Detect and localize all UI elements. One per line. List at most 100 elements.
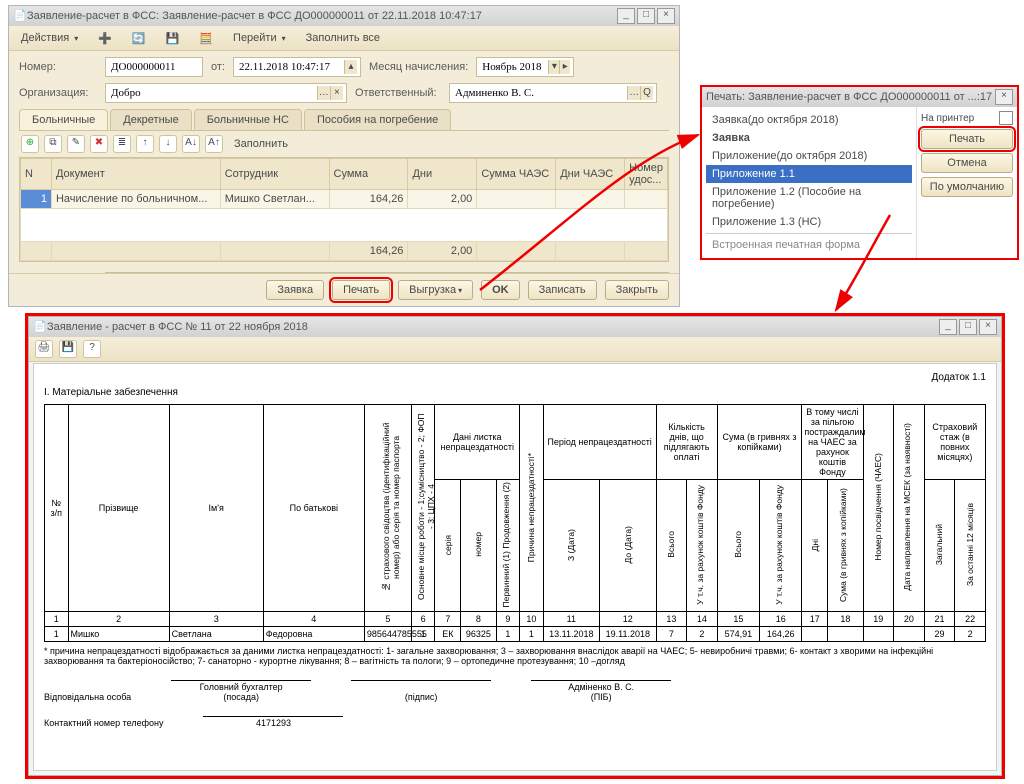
col-sum[interactable]: Сумма [329,159,408,190]
report-print-icon[interactable]: 🖨 [35,340,53,358]
print-forms-list: Заявка(до октября 2018) Заявка Приложени… [702,107,916,258]
popup-title: Печать: Заявление-расчет в ФСС ДО0000000… [706,91,992,103]
label-resp: Ответственный: [355,87,441,99]
row-down-icon[interactable]: ↓ [159,135,177,153]
main-window: 📄 Заявление-расчет в ФСС: Заявление-расч… [8,5,680,307]
btn-ok[interactable]: OK [481,280,520,300]
maximize-button[interactable]: □ [637,8,655,24]
print-item[interactable]: Приложение(до октября 2018) [706,147,912,165]
grid-toolbar: ⊕ ⧉ ✎ ✖ ≣ ↑ ↓ A↓ A↑ Заполнить [19,131,669,157]
form-area: Номер: от: ▴ Месяц начисления: ▾▸ Органи… [9,51,679,304]
minimize-button[interactable]: _ [617,8,635,24]
col-days-chaes[interactable]: Дни ЧАЭС [556,159,625,190]
btn-close[interactable]: Закрыть [605,280,669,300]
resp-lookup-icon[interactable]: … [627,86,640,100]
date-stepper-icon[interactable]: ▴ [344,60,357,74]
tb-save-icon[interactable]: 💾 [160,30,186,47]
print-item[interactable]: Приложение 1.3 (НС) [706,213,912,231]
btn-save[interactable]: Записать [528,280,597,300]
col-n[interactable]: N [21,159,52,190]
tb-find-icon[interactable]: 🧮 [193,30,219,47]
grid-fill[interactable]: Заполнить [228,136,294,152]
label-number: Номер: [19,61,97,73]
btn-zayavka[interactable]: Заявка [266,280,324,300]
label-org: Организация: [19,87,97,99]
row-add-icon[interactable]: ⊕ [21,135,39,153]
tab-funeral[interactable]: Пособия на погребение [304,109,451,130]
row-sort2-icon[interactable]: A↑ [205,135,223,153]
col-emp[interactable]: Сотрудник [220,159,329,190]
col-cert[interactable]: Номер удос... [625,159,668,190]
field-resp[interactable]: …Q [449,83,657,103]
report-toolbar: 🖨 💾 ? [29,337,1001,362]
report-window: 📄 Заявление - расчет в ФСС № 11 от 22 но… [25,313,1005,779]
org-clear-icon[interactable]: × [330,86,343,100]
label-month: Месяц начисления: [369,61,468,73]
footnote: * причина непрацездатності відображаєтьс… [44,646,986,666]
print-item-selected[interactable]: Приложение 1.1 [706,165,912,183]
btn-print[interactable]: Печать [332,280,390,300]
actions-menu[interactable]: Действия [15,30,84,46]
data-row: 1 Мишко Светлана Федоровна 985644785555 … [45,627,986,642]
main-toolbar: Действия ➕ 🔄 💾 🧮 Перейти Заполнить все [9,26,679,51]
app-icon: 📄 [13,9,27,23]
col-sum-chaes[interactable]: Сумма ЧАЭС [477,159,556,190]
tb-refresh-icon[interactable]: 🔄 [126,30,152,47]
report-table: № з/п Прізвище Ім'я По батькові № страхо… [44,404,986,642]
report-title-bar: 📄 Заявление - расчет в ФСС № 11 от 22 но… [29,317,1001,337]
report-help-icon[interactable]: ? [83,340,101,358]
report-close[interactable]: × [979,319,997,335]
data-grid[interactable]: N Документ Сотрудник Сумма Дни Сумма ЧАЭ… [19,157,669,262]
report-save-icon[interactable]: 💾 [59,340,77,358]
popup-title-bar: Печать: Заявление-расчет в ФСС ДО0000000… [702,87,1017,107]
col-days[interactable]: Дни [408,159,477,190]
popup-default-button[interactable]: По умолчанию [921,177,1013,197]
window-title: Заявление-расчет в ФСС: Заявление-расчет… [27,10,482,22]
print-builtin-label: Встроенная печатная форма [706,236,912,254]
popup-print-button[interactable]: Печать [921,129,1013,149]
table-row[interactable]: 1 Начисление по больничном... Мишко Свет… [21,190,668,209]
field-month[interactable]: ▾▸ [476,57,574,77]
tab-bar: Больничные Декретные Больничные НС Пособ… [19,109,669,131]
org-lookup-icon[interactable]: … [317,86,330,100]
report-sheet[interactable]: Додаток 1.1 І. Матеріальне забезпечення … [33,363,997,771]
report-app-icon: 📄 [33,320,47,334]
title-bar: 📄 Заявление-расчет в ФСС: Заявление-расч… [9,6,679,26]
row-delete-icon[interactable]: ✖ [90,135,108,153]
field-date[interactable]: ▴ [233,57,361,77]
report-minimize[interactable]: _ [939,319,957,335]
print-item[interactable]: Заявка(до октября 2018) [706,111,912,129]
print-dialog: Печать: Заявление-расчет в ФСС ДО0000000… [700,85,1019,260]
section-header: І. Матеріальне забезпечення [44,387,986,398]
month-step-icon[interactable]: ▸ [559,60,570,74]
row-sort-icon[interactable]: A↓ [182,135,200,153]
print-item[interactable]: Приложение 1.2 (Пособие на погребение) [706,183,912,213]
col-doc[interactable]: Документ [51,159,220,190]
row-end-icon[interactable]: ≣ [113,135,131,153]
close-button[interactable]: × [657,8,675,24]
to-printer-row[interactable]: На принтер [921,111,1013,125]
signature-row: Відповідальна особа Головний бухгалтер(п… [44,680,986,702]
to-printer-checkbox[interactable] [999,111,1013,125]
field-org[interactable]: …× [105,83,347,103]
tb-new-icon[interactable]: ➕ [92,30,118,47]
goto-menu[interactable]: Перейти [227,30,292,46]
index-row: 1234 5678 9101112 13141516 17181920 2122 [45,612,986,627]
row-copy-icon[interactable]: ⧉ [44,135,62,153]
fill-all[interactable]: Заполнить все [300,30,386,46]
field-number[interactable] [105,57,203,77]
btn-export[interactable]: Выгрузка [398,280,473,300]
row-up-icon[interactable]: ↑ [136,135,154,153]
label-from: от: [211,61,225,73]
popup-close-icon[interactable]: × [995,89,1013,105]
popup-cancel-button[interactable]: Отмена [921,153,1013,173]
row-edit-icon[interactable]: ✎ [67,135,85,153]
tab-sick[interactable]: Больничные [19,109,108,130]
print-item-zayavka[interactable]: Заявка [706,129,912,147]
month-dropdown-icon[interactable]: ▾ [548,60,559,74]
annex-label: Додаток 1.1 [44,372,986,383]
resp-open-icon[interactable]: Q [640,86,653,100]
tab-sick-ns[interactable]: Больничные НС [194,109,302,130]
tab-maternity[interactable]: Декретные [110,109,191,130]
report-maximize[interactable]: □ [959,319,977,335]
